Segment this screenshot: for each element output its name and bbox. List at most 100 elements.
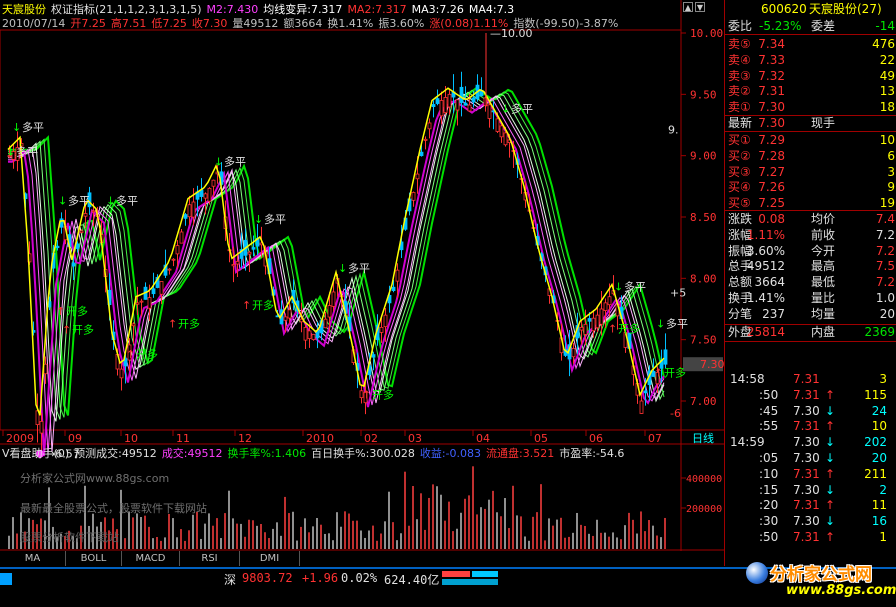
bid-label: 买⑤ <box>728 196 751 211</box>
volume-bar <box>176 537 178 549</box>
volume-bar <box>504 498 506 549</box>
scroll-up-icon[interactable]: ▲ <box>683 2 693 12</box>
weicha-value: -14 <box>875 19 895 33</box>
volume-bar <box>144 515 146 549</box>
bid-row: 买② 7.28 6 <box>725 149 896 164</box>
volume-bar <box>124 538 126 549</box>
sell-signal-label: 多平 <box>264 212 286 226</box>
tab-dmi[interactable]: DMI <box>240 551 300 566</box>
scroll-arrows[interactable]: ▲ ▼ <box>683 2 723 14</box>
tick-row: :05 7.30 20 ↓ <box>725 451 896 466</box>
buy-signal-label: 开多 <box>252 298 274 312</box>
volume-bar <box>296 540 298 549</box>
volume-bar <box>488 499 490 549</box>
volume-bar <box>384 521 386 549</box>
ask-label: 卖① <box>728 100 751 115</box>
volume-item-3: 换手率%:1.406 <box>227 447 307 460</box>
volume-bar <box>244 536 246 549</box>
volume-bar <box>120 489 122 549</box>
ma-ribbon-line <box>8 91 665 420</box>
candle-body <box>247 251 252 255</box>
volume-bar <box>472 466 474 549</box>
quote-header: 2010/07/14 开7.25 高7.51 低7.25 收7.30 量49512 额366… <box>2 15 623 30</box>
candle-body <box>455 99 460 111</box>
candle-body <box>175 245 180 255</box>
tab-boll[interactable]: BOLL <box>66 551 122 566</box>
bid-price: 7.25 <box>758 196 785 211</box>
volume-item-1: 预测成交:49512 <box>74 447 157 460</box>
stat-label: 均量 <box>811 306 836 321</box>
volume-header: V看盘助手(0) 预测成交:49512 成交:49512 换手率%:1.406 百日换手… <box>2 445 629 460</box>
volume-bar <box>172 518 174 549</box>
tick-volume: 20 <box>871 451 887 465</box>
volume-bar <box>596 519 598 549</box>
volume-bar <box>444 520 446 549</box>
price-axis-label: 7.00 <box>690 395 717 408</box>
volume-bar <box>608 536 610 549</box>
scroll-down-icon[interactable]: ▼ <box>695 2 705 12</box>
candle-body <box>447 93 452 108</box>
bid-price: 7.26 <box>758 180 785 195</box>
volume-bar <box>12 517 14 549</box>
quote-item-4: 收7.30 <box>191 17 228 30</box>
volume-bar <box>140 517 142 549</box>
stat-value: 1.11% <box>746 227 785 242</box>
volume-bar <box>152 538 154 549</box>
volume-bar <box>240 523 242 549</box>
volume-bar <box>188 530 190 549</box>
stat-row: 涨幅 1.11% 前收 7.2 <box>725 228 896 243</box>
current-price-label: 7.30 <box>700 358 725 371</box>
volume-bar <box>292 511 294 549</box>
candle-body <box>415 173 420 180</box>
bid-volume: 6 <box>887 148 895 163</box>
sell-arrow-icon: ↓ <box>106 195 115 208</box>
volume-bar <box>392 522 394 549</box>
ma-ribbon-line <box>8 93 665 422</box>
tick-volume: 16 <box>871 514 887 529</box>
stat-value: 7.2 <box>875 275 895 290</box>
volume-bar <box>380 533 382 549</box>
volume-bar <box>652 525 654 549</box>
quote-title-row: 600620 天宸股份(27) <box>725 2 896 17</box>
date-axis-label: 10 <box>124 432 138 445</box>
volume-bar <box>536 512 538 549</box>
tab-ma[interactable]: MA <box>0 551 66 566</box>
tab-macd[interactable]: MACD <box>122 551 180 566</box>
bid-row: 买① 7.29 10 <box>725 133 896 148</box>
status-left-marker <box>0 573 12 585</box>
ask-label: 卖④ <box>728 52 751 67</box>
candle-body <box>467 104 472 112</box>
ma-ribbon-line <box>8 89 665 418</box>
candle-body <box>167 268 172 271</box>
volume-bar <box>252 520 254 549</box>
candle-body <box>187 204 192 218</box>
tab-rsi[interactable]: RSI <box>180 551 240 566</box>
updown-bar-cyan2 <box>442 579 498 585</box>
candle-body <box>327 305 332 318</box>
volume-bar <box>260 524 262 549</box>
arrow-up-icon: ↑ <box>825 466 836 481</box>
stat-value: 0.08 <box>758 212 785 226</box>
candle-body <box>471 97 476 103</box>
bid-volume: 3 <box>887 164 895 179</box>
candle-body <box>43 363 48 375</box>
candle-body <box>307 330 312 339</box>
volume-bar <box>288 513 290 549</box>
panel-divider <box>725 341 896 342</box>
tick-time: :15 <box>759 482 779 497</box>
side-mid-label: +5 <box>670 287 686 300</box>
volume-bar <box>600 532 602 549</box>
tick-row: 14:58 7.31 3 <box>725 372 896 387</box>
volume-bar <box>540 484 542 549</box>
candle-body <box>423 138 428 141</box>
weibi-label: 委比 <box>728 19 753 33</box>
tick-row: :20 7.31 11 ↑ <box>725 498 896 513</box>
tick-volume: 1 <box>879 530 887 544</box>
bid-row: 买③ 7.27 3 <box>725 165 896 180</box>
volume-bar <box>364 537 366 549</box>
arrow-up-icon: ↑ <box>825 498 836 513</box>
sell-signal-label: 多平 <box>624 280 646 294</box>
volume-bar <box>324 533 326 549</box>
date-axis-label: 04 <box>476 432 490 445</box>
volume-bar <box>412 486 414 549</box>
